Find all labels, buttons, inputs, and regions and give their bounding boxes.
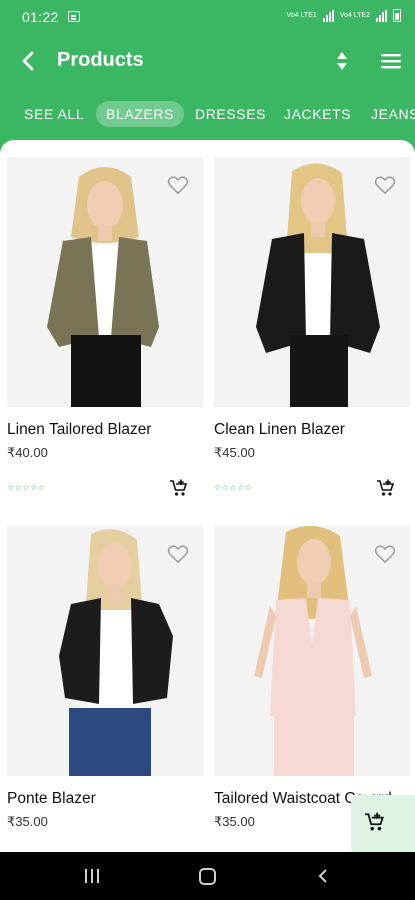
tab-jackets[interactable]: JACKETS <box>274 101 361 127</box>
cart-button[interactable] <box>351 795 415 853</box>
product-name[interactable]: Clean Linen Blazer <box>214 421 345 439</box>
menu-button[interactable] <box>378 49 404 73</box>
status-indicators: Vo4 LTE1 Vo4 LTE2 <box>287 9 401 22</box>
signal-icon <box>322 9 334 22</box>
product-name[interactable]: Ponte Blazer <box>7 790 96 808</box>
heart-icon[interactable] <box>167 175 189 195</box>
hamburger-icon <box>381 54 401 69</box>
status-time: 01:22 <box>22 9 59 25</box>
product-price: ₹45.00 <box>214 445 255 460</box>
signal-icon-2 <box>376 9 387 22</box>
add-to-cart-icon[interactable] <box>376 479 396 497</box>
system-navigation-bar <box>0 852 415 900</box>
rating-stars: ☆☆☆☆☆ <box>7 483 46 492</box>
sort-icon <box>337 52 347 70</box>
page-title: Products <box>57 49 144 71</box>
status-bar: 01:22 Vo4 LTE1 Vo4 LTE2 <box>0 0 415 34</box>
chevron-left-icon <box>22 51 34 71</box>
recent-apps-icon[interactable] <box>84 869 100 883</box>
heart-icon[interactable] <box>374 175 396 195</box>
heart-icon[interactable] <box>167 544 189 564</box>
battery-icon <box>393 9 401 22</box>
product-grid: Linen Tailored Blazer ₹40.00 ☆☆☆☆☆ Clean… <box>0 140 415 852</box>
volte-icon-2: Vo4 LTE2 <box>339 12 370 19</box>
tab-see-all[interactable]: SEE ALL <box>14 101 94 127</box>
back-button[interactable] <box>14 46 44 76</box>
product-name[interactable]: Linen Tailored Blazer <box>7 421 151 439</box>
category-tabs: SEE ALL BLAZERS DRESSES JACKETS JEANS <box>0 98 415 130</box>
tab-blazers[interactable]: BLAZERS <box>96 101 184 127</box>
cart-icon <box>365 812 384 831</box>
product-price: ₹35.00 <box>7 814 48 829</box>
message-notification-icon <box>68 11 80 22</box>
sort-button[interactable] <box>330 49 354 73</box>
tab-jeans[interactable]: JEANS <box>361 101 415 127</box>
heart-icon[interactable] <box>374 544 396 564</box>
back-nav-icon[interactable] <box>316 868 330 884</box>
tab-dresses[interactable]: DRESSES <box>185 101 276 127</box>
home-icon[interactable] <box>199 868 216 885</box>
add-to-cart-icon[interactable] <box>169 479 189 497</box>
product-price: ₹40.00 <box>7 445 48 460</box>
rating-stars: ☆☆☆☆☆ <box>214 483 253 492</box>
product-price: ₹35.00 <box>214 814 255 829</box>
volte-icon: Vo4 LTE1 <box>286 12 317 19</box>
app-header: Products <box>0 34 415 88</box>
